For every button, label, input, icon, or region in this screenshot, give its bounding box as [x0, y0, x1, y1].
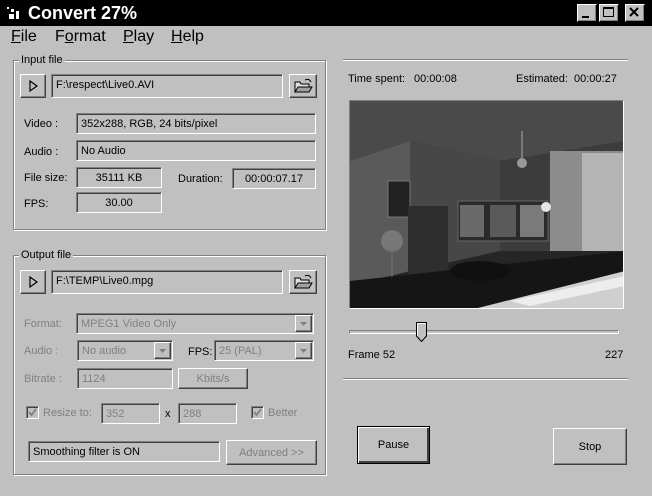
output-path-field[interactable]: F:\TEMP\Live0.mpg — [51, 270, 283, 294]
advanced-button[interactable]: Advanced >> — [226, 440, 317, 465]
play-icon — [29, 79, 39, 93]
input-duration-field: 00:00:07.17 — [232, 168, 316, 189]
menu-help[interactable]: Help — [171, 28, 204, 46]
resize-height-field[interactable]: 288 — [178, 403, 237, 424]
progress-slider-track[interactable] — [349, 330, 619, 334]
maximize-button[interactable] — [599, 4, 619, 22]
input-fps-label: FPS: — [24, 198, 49, 210]
input-filesize-label: File size: — [24, 172, 68, 184]
chevron-down-icon[interactable] — [295, 342, 312, 359]
app-icon — [7, 7, 19, 19]
menu-format[interactable]: Format — [55, 28, 106, 46]
better-label: Better — [268, 407, 298, 419]
minimize-button[interactable] — [577, 4, 597, 22]
convert-window: Convert 27% File Format Play Help Input … — [0, 0, 652, 496]
output-audio-value: No audio — [82, 345, 127, 357]
play-icon — [29, 275, 39, 289]
output-format-value: MPEG1 Video Only — [81, 318, 177, 330]
title-bar: Convert 27% — [0, 0, 652, 26]
time-spent-value: 00:00:08 — [414, 73, 457, 85]
output-play-button[interactable] — [20, 270, 46, 294]
chevron-down-icon[interactable] — [295, 315, 312, 332]
menu-bar: File Format Play Help — [0, 26, 652, 48]
output-audio-select[interactable]: No audio — [77, 340, 173, 361]
stop-button[interactable]: Stop — [553, 428, 627, 465]
output-browse-button[interactable] — [289, 270, 317, 294]
resize-x-label: x — [165, 408, 171, 420]
input-play-button[interactable] — [20, 74, 46, 98]
time-spent-label: Time spent: — [348, 73, 406, 85]
close-button[interactable] — [625, 4, 645, 22]
top-divider — [343, 59, 628, 61]
input-video-field: 352x288, RGB, 24 bits/pixel — [76, 113, 316, 134]
bottom-divider — [343, 378, 628, 380]
output-audio-label: Audio : — [24, 345, 59, 357]
input-audio-field: No Audio — [76, 140, 316, 161]
resize-checkbox[interactable] — [26, 406, 39, 419]
estimated-label: Estimated: — [516, 73, 568, 85]
menu-file[interactable]: File — [11, 28, 37, 46]
checkmark-icon — [253, 408, 262, 417]
menu-play[interactable]: Play — [123, 28, 154, 46]
smoothing-status-field: Smoothing filter is ON — [28, 441, 220, 462]
output-bitrate-field[interactable]: 1124 — [77, 368, 173, 389]
input-file-group-label: Input file — [19, 54, 65, 66]
input-path-field[interactable]: F:\respect\Live0.AVI — [51, 74, 283, 98]
output-file-group-label: Output file — [19, 249, 74, 261]
window-title: Convert 27% — [28, 3, 138, 23]
close-icon — [629, 7, 639, 17]
output-bitrate-label: Bitrate : — [24, 373, 62, 385]
resize-label: Resize to: — [43, 407, 92, 419]
output-fps-label: FPS: — [188, 346, 213, 358]
output-fps-value: 25 (PAL) — [219, 345, 262, 357]
output-fps-select[interactable]: 25 (PAL) — [214, 340, 314, 361]
video-frame-image — [350, 101, 623, 308]
maximize-icon — [603, 7, 614, 17]
total-frames-label: 227 — [605, 349, 624, 361]
input-duration-label: Duration: — [178, 173, 223, 185]
minimize-icon — [582, 16, 589, 18]
input-fps-field: 30.00 — [76, 192, 162, 213]
input-browse-button[interactable] — [289, 74, 317, 98]
input-filesize-field: 35111 KB — [76, 167, 162, 188]
better-checkbox[interactable] — [251, 406, 264, 419]
checkmark-icon — [28, 408, 37, 417]
input-video-label: Video : — [24, 118, 59, 130]
progress-slider-thumb[interactable] — [416, 322, 427, 342]
pause-button[interactable]: Pause — [357, 426, 430, 464]
output-format-select[interactable]: MPEG1 Video Only — [76, 313, 314, 334]
resize-width-field[interactable]: 352 — [101, 403, 160, 424]
output-format-label: Format: — [24, 318, 62, 330]
input-audio-label: Audio : — [24, 146, 59, 158]
video-preview — [349, 100, 624, 309]
folder-open-icon — [294, 78, 313, 93]
estimated-value: 00:00:27 — [574, 73, 617, 85]
bitrate-unit-button[interactable]: Kbits/s — [178, 368, 248, 389]
chevron-down-icon[interactable] — [154, 342, 171, 359]
frame-label: Frame 52 — [348, 349, 396, 361]
folder-open-icon — [294, 274, 313, 289]
